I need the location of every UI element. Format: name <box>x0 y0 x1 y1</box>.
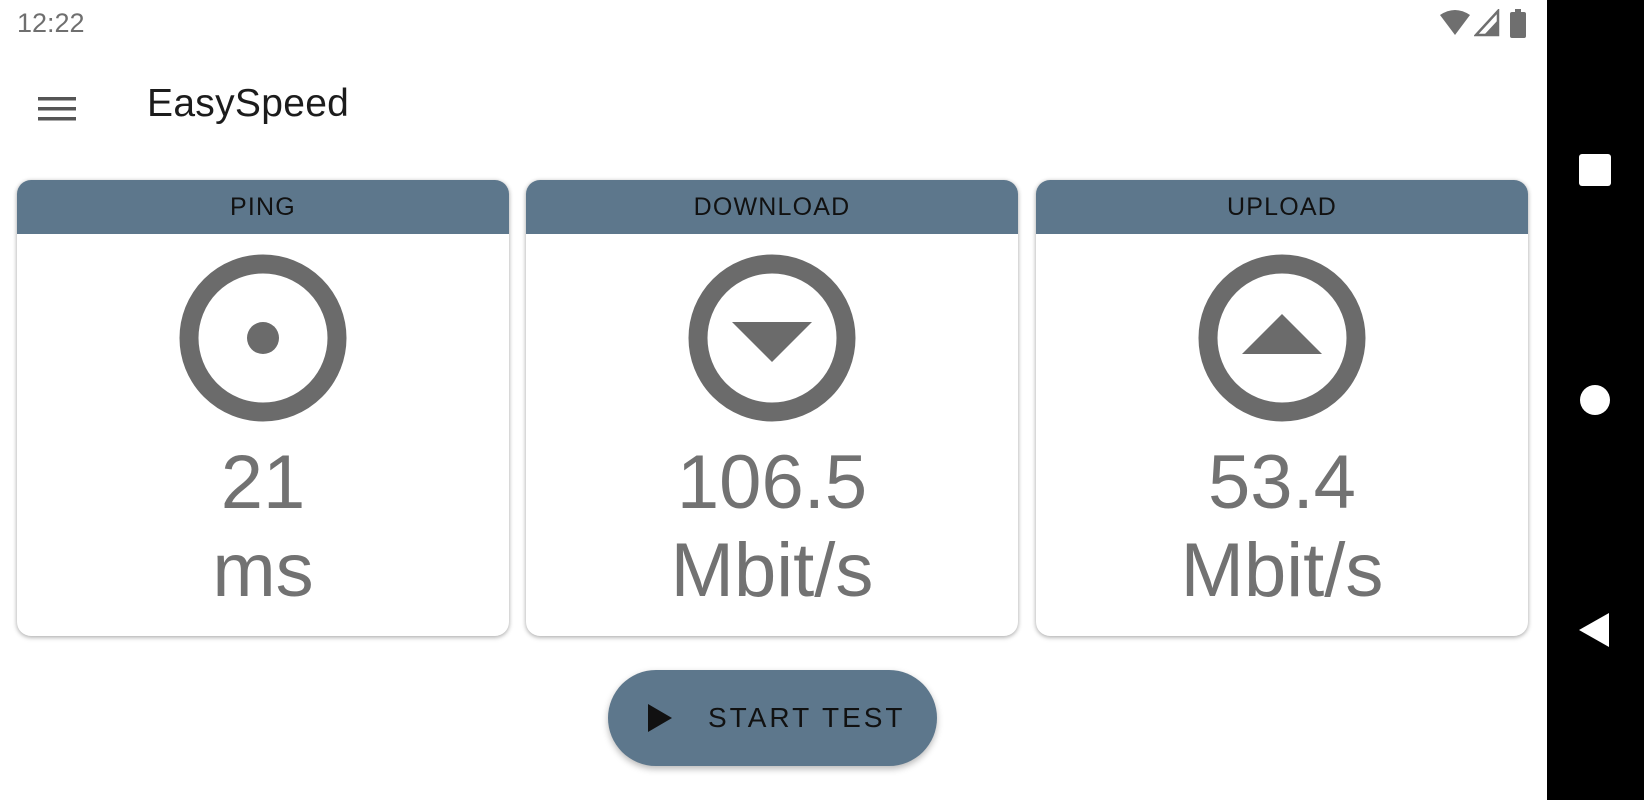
ping-card: PING 21 ms <box>17 180 509 636</box>
back-triangle-icon <box>1579 613 1609 647</box>
download-unit: Mbit/s <box>670 528 874 613</box>
start-test-label: START TEST <box>708 702 906 733</box>
ping-unit: ms <box>212 528 314 613</box>
upload-value: 53.4 <box>1208 440 1356 525</box>
battery-icon <box>1510 9 1526 38</box>
play-icon <box>648 704 672 732</box>
upload-unit: Mbit/s <box>1180 528 1384 613</box>
status-time: 12:22 <box>17 8 85 38</box>
navigation-bar <box>1547 0 1644 800</box>
wifi-icon <box>1440 10 1470 35</box>
ping-target-icon <box>179 254 347 422</box>
download-card: DOWNLOAD 106.5 Mbit/s <box>526 180 1018 636</box>
download-arrow-icon <box>688 254 856 422</box>
signal-icon <box>1474 9 1500 37</box>
upload-arrow-icon <box>1198 254 1366 422</box>
home-circle-icon <box>1580 385 1610 415</box>
download-card-header: DOWNLOAD <box>526 180 1018 234</box>
back-button[interactable] <box>1565 600 1625 660</box>
ping-value: 21 <box>220 440 306 525</box>
status-bar: 12:22 <box>0 0 1547 50</box>
upload-card: UPLOAD 53.4 Mbit/s <box>1036 180 1528 636</box>
ping-card-header: PING <box>17 180 509 234</box>
recents-button[interactable] <box>1565 140 1625 200</box>
home-button[interactable] <box>1565 370 1625 430</box>
download-value: 106.5 <box>676 440 868 525</box>
app-title: EasySpeed <box>147 82 350 125</box>
hamburger-menu-icon <box>38 97 76 121</box>
menu-button[interactable] <box>26 78 88 140</box>
app-bar: EasySpeed <box>0 60 1547 150</box>
start-test-button[interactable]: START TEST <box>608 670 937 766</box>
upload-card-header: UPLOAD <box>1036 180 1528 234</box>
recents-square-icon <box>1579 154 1611 186</box>
